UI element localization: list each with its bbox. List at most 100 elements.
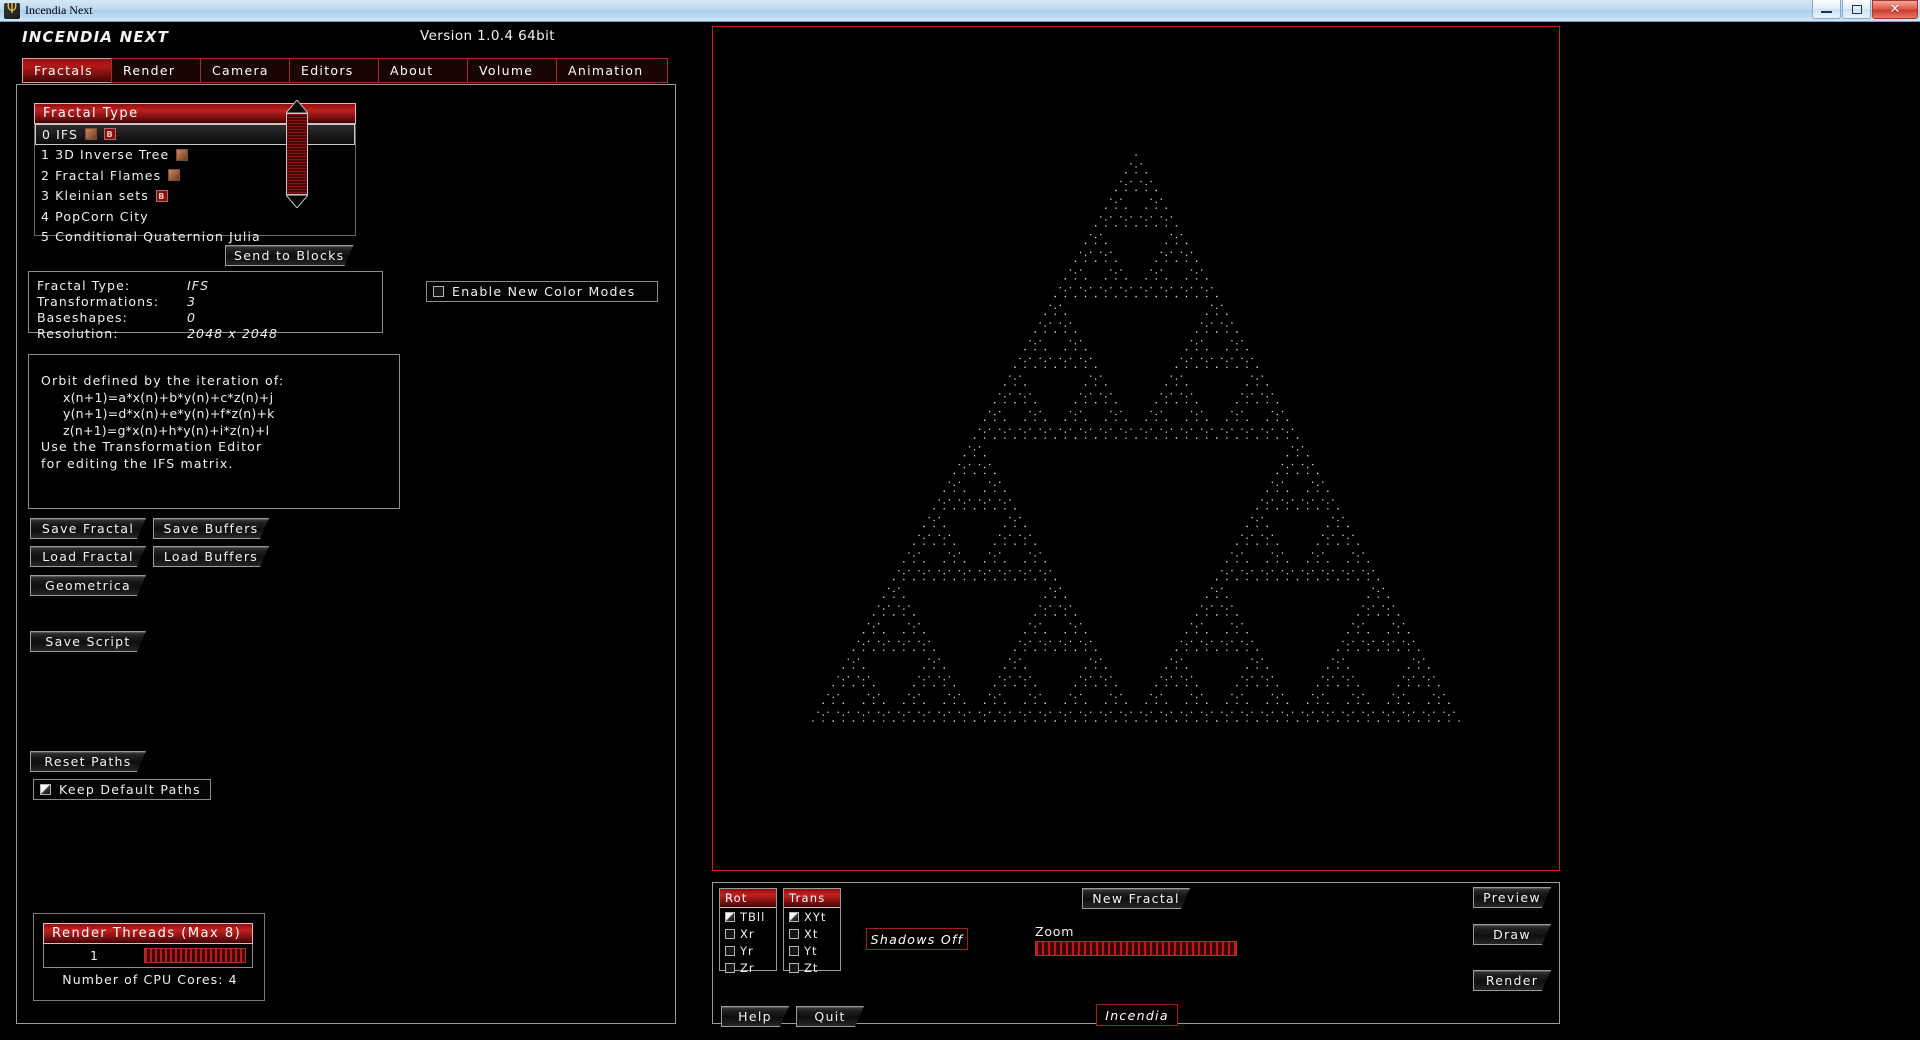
enable-new-color-modes-checkbox[interactable]: Enable New Color Modes [426, 281, 658, 302]
stats-value: IFS [187, 278, 210, 293]
tab-label: Render [123, 63, 176, 78]
load-fractal-button[interactable]: Load Fractal [30, 546, 146, 567]
checkbox-label: Enable New Color Modes [452, 284, 636, 299]
render-viewport[interactable] [712, 26, 1560, 871]
cpu-cores-label: Number of CPU Cores: 4 [62, 972, 238, 987]
option-label: Yt [804, 944, 818, 958]
close-button[interactable]: ✕ [1872, 0, 1918, 19]
trans-option-xyt[interactable]: XYt [784, 909, 840, 925]
tab-label: Fractals [34, 63, 93, 78]
orbit-line: y(n+1)=d*x(n)+e*y(n)+f*z(n)+k [63, 406, 275, 421]
send-to-blocks-button[interactable]: Send to Blocks [225, 245, 354, 266]
tab-animation[interactable]: Animation [556, 58, 668, 83]
keep-default-paths-checkbox[interactable]: Keep Default Paths [33, 779, 211, 800]
zoom-slider[interactable] [1035, 941, 1237, 956]
fractal-stats-box: Fractal Type: IFS Transformations: 3 Bas… [28, 271, 383, 341]
tab-camera[interactable]: Camera [200, 58, 290, 83]
scroll-down-arrow-icon[interactable] [286, 195, 308, 208]
option-label: Xt [804, 927, 819, 941]
close-icon: ✕ [1889, 2, 1901, 17]
translation-axis-group: Trans XYt Xt Yt Zt [783, 888, 841, 975]
tab-label: Editors [301, 63, 354, 78]
render-threads-header: Render Threads (Max 8) [43, 923, 253, 944]
tab-fractals[interactable]: Fractals [22, 58, 112, 83]
orbit-line: x(n+1)=a*x(n)+b*y(n)+c*z(n)+j [63, 389, 274, 405]
geometrica-button[interactable]: Geometrica [30, 575, 146, 596]
checkbox-icon [789, 963, 799, 973]
trans-option-zt[interactable]: Zt [784, 960, 840, 976]
fractal-list-scrollbar[interactable] [286, 100, 308, 208]
save-buffers-button[interactable]: Save Buffers [153, 518, 269, 539]
load-buffers-button[interactable]: Load Buffers [153, 546, 269, 567]
tab-label: Camera [212, 63, 269, 78]
rot-option-tball[interactable]: TBll [720, 909, 776, 925]
slider-fill[interactable] [144, 948, 246, 963]
tab-render[interactable]: Render [111, 58, 201, 83]
list-item-index: 1 [41, 147, 51, 163]
stats-label: Baseshapes: [37, 310, 128, 325]
minimize-button[interactable] [1812, 0, 1841, 19]
reset-paths-button[interactable]: Reset Paths [30, 751, 146, 772]
checkbox-icon [433, 286, 444, 297]
render-threads-value: 1 [90, 948, 98, 963]
tab-editors[interactable]: Editors [289, 58, 379, 83]
list-item-index: 2 [41, 167, 51, 183]
trans-group-header: Trans [784, 889, 840, 908]
option-label: Zt [804, 961, 819, 975]
help-button[interactable]: Help [721, 1006, 789, 1027]
rot-group-header: Rot [720, 889, 776, 908]
checkbox-icon [725, 929, 735, 939]
stats-row: Resolution: 2048 x 2048 [37, 326, 382, 342]
new-fractal-button[interactable]: New Fractal [1082, 888, 1190, 909]
tab-label: Animation [568, 63, 644, 78]
list-item[interactable]: 5 Conditional Quaternion Julia [35, 227, 355, 248]
tab-volume[interactable]: Volume [467, 58, 557, 83]
rot-option-zr[interactable]: Zr [720, 960, 776, 976]
rot-option-xr[interactable]: Xr [720, 926, 776, 942]
checkbox-icon [789, 912, 799, 922]
maximize-button[interactable] [1842, 0, 1871, 19]
main-menubar: Fractals Render Camera Editors About Vol… [22, 58, 668, 83]
render-button[interactable]: Render [1473, 970, 1551, 991]
checkbox-icon [725, 912, 735, 922]
minimize-icon [1821, 10, 1832, 13]
list-item-index: 4 [41, 208, 51, 224]
list-item-label: IFS [56, 126, 79, 142]
brand-label: Incendia [1096, 1004, 1178, 1026]
scrollbar-thumb[interactable] [286, 113, 308, 195]
option-label: Yr [740, 944, 754, 958]
list-item-label: Fractal Flames [55, 167, 162, 183]
stats-row: Transformations: 3 [37, 294, 382, 310]
buffer-badge-icon: B [104, 128, 117, 141]
tab-about[interactable]: About [378, 58, 468, 83]
trans-option-xt[interactable]: Xt [784, 926, 840, 942]
preview-button[interactable]: Preview [1473, 887, 1551, 908]
rot-option-yr[interactable]: Yr [720, 943, 776, 959]
zoom-label: Zoom [1035, 924, 1075, 939]
stats-value: 2048 x 2048 [187, 326, 279, 341]
option-label: TBll [740, 910, 766, 924]
checkbox-icon [40, 784, 51, 795]
thumbnail-icon [168, 169, 181, 182]
save-fractal-button[interactable]: Save Fractal [30, 518, 146, 539]
tab-label: About [390, 63, 434, 78]
orbit-line: Orbit defined by the iteration of: [41, 373, 285, 388]
quit-button[interactable]: Quit [796, 1006, 864, 1027]
save-script-button[interactable]: Save Script [30, 631, 146, 652]
list-item-label: Conditional Quaternion Julia [55, 229, 261, 245]
render-threads-slider[interactable]: 1 [43, 944, 253, 968]
scroll-up-arrow-icon[interactable] [286, 100, 308, 113]
version-label: Version 1.0.4 64bit [420, 28, 555, 44]
draw-button[interactable]: Draw [1473, 924, 1551, 945]
render-threads-panel: Render Threads (Max 8) 1 Number of CPU C… [33, 913, 265, 1001]
checkbox-icon [789, 929, 799, 939]
tab-label: Volume [479, 63, 534, 78]
shadows-status-label[interactable]: Shadows Off [866, 928, 968, 950]
list-item[interactable]: 4 PopCorn City [35, 206, 355, 227]
stats-row: Fractal Type: IFS [37, 278, 382, 294]
orbit-line: z(n+1)=g*x(n)+h*y(n)+i*z(n)+l [63, 422, 270, 438]
rotation-axis-group: Rot TBll Xr Yr Zr [719, 888, 777, 975]
orbit-line: Use the Transformation Editor [41, 439, 263, 454]
application-window: Incendia Next ✕ INCENDIA NEXT Version 1.… [0, 0, 1920, 1040]
trans-option-yt[interactable]: Yt [784, 943, 840, 959]
